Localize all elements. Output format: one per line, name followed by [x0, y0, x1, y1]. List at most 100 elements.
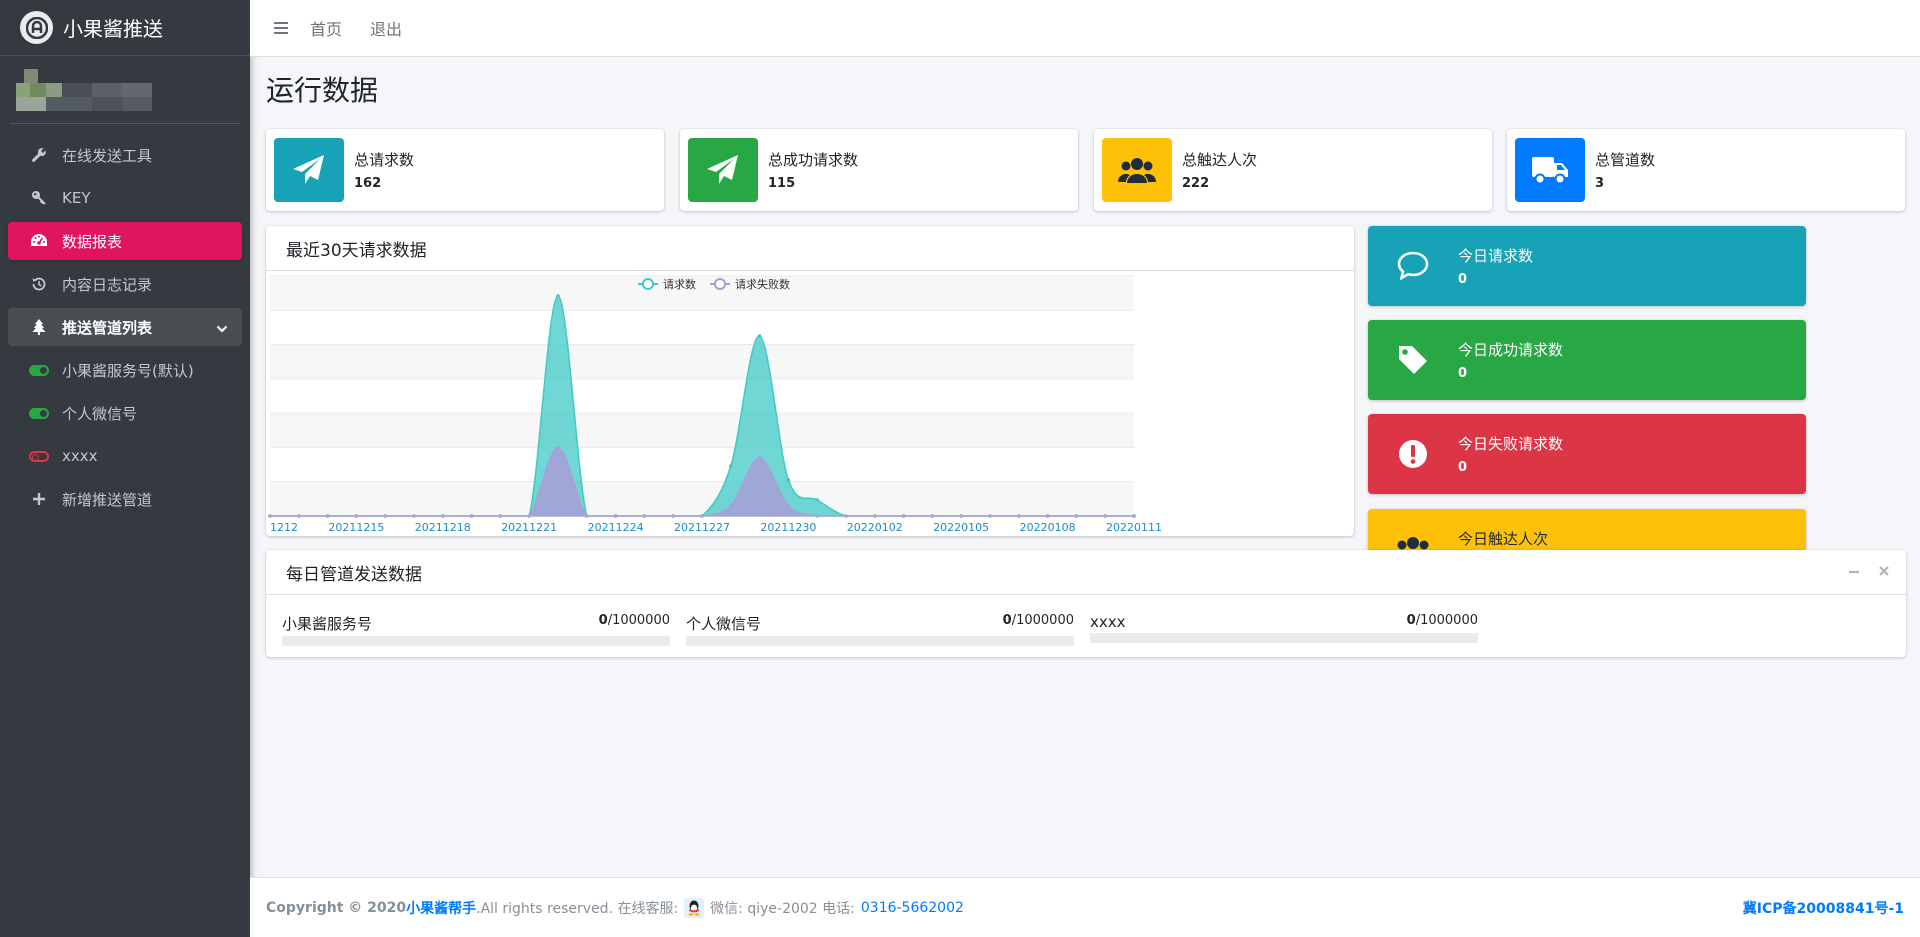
chart-x-tick-label: 20211227 — [674, 521, 730, 534]
sidebar: 小果酱推送 在线发送工具 KEY 数据报表 内容日志记录 推送管道列表 小果酱服… — [0, 0, 250, 937]
sidebar-item-online-send[interactable]: 在线发送工具 — [8, 136, 242, 174]
top-navbar: 首页 退出 — [250, 0, 1920, 57]
sidebar-item-data-report[interactable]: 数据报表 — [8, 222, 242, 260]
sidebar-nav: 在线发送工具 KEY 数据报表 内容日志记录 推送管道列表 小果酱服务号(默认)… — [0, 124, 250, 535]
sidebar-item-pipeline-wechat[interactable]: 个人微信号 — [8, 394, 242, 432]
nav-link-home[interactable]: 首页 — [310, 16, 342, 40]
chart-grid-band — [270, 413, 1134, 448]
avatar — [16, 68, 152, 111]
chart-point — [556, 294, 560, 298]
stat-value: 162 — [354, 176, 382, 191]
sidebar-item-label: 小果酱服务号(默认) — [62, 361, 194, 380]
pipeline-limit: /1000000 — [607, 613, 670, 628]
today-label: 今日触达人次 — [1458, 530, 1549, 548]
chevron-down-icon — [216, 320, 228, 338]
today-box-failed: 今日失败请求数 0 — [1368, 414, 1806, 494]
stat-box-total-success: 总成功请求数 115 — [680, 129, 1078, 211]
chart-x-tick-label: 20220105 — [933, 521, 989, 534]
page-title: 运行数据 — [266, 74, 379, 107]
chart-grid-band — [270, 447, 1134, 482]
chart-card: 最近30天请求数据 1212 20211215 20211218 20211221 20… — [266, 226, 1354, 536]
requests-area-chart[interactable]: 1212 20211215 20211218 20211221 20211224 2021… — [266, 271, 1354, 535]
sidebar-item-label: 推送管道列表 — [62, 318, 153, 337]
stat-label: 总管道数 — [1595, 151, 1656, 169]
today-value: 0 — [1458, 272, 1468, 287]
users-icon — [1102, 138, 1172, 202]
footer-wechat: 微信: qiye-2002 电话: — [710, 900, 855, 917]
close-icon[interactable] — [1878, 562, 1890, 581]
footer-phone-link[interactable]: 0316-5662002 — [861, 900, 964, 916]
sidebar-item-pipeline-xxxx[interactable]: xxxx — [8, 437, 242, 475]
stat-label: 总请求数 — [354, 151, 415, 169]
chart-point — [757, 456, 762, 460]
plus-icon — [28, 492, 50, 506]
chart-grid-band — [270, 378, 1134, 414]
chart-title: 最近30天请求数据 — [286, 240, 427, 261]
footer-copyright: Copyright © 2020 — [266, 899, 407, 916]
brand-logo-icon — [20, 11, 53, 44]
tag-icon — [1368, 344, 1458, 376]
pipeline-progress-service: 小果酱服务号 0/1000000 — [282, 613, 670, 646]
chart-legend-marker — [642, 278, 654, 290]
brand-link[interactable]: 小果酱推送 — [0, 0, 250, 56]
sidebar-item-label: KEY — [62, 189, 91, 207]
user-panel[interactable] — [10, 56, 240, 124]
footer-brand-link[interactable]: 小果酱帮手 — [406, 898, 476, 918]
wrench-icon — [28, 147, 50, 163]
pipeline-progress-bar — [1090, 633, 1478, 643]
sidebar-item-label: 内容日志记录 — [62, 275, 153, 294]
pipeline-used: 0 — [598, 613, 608, 628]
chart-legend-label: 请求数 — [663, 278, 696, 291]
pipeline-progress-bar — [282, 636, 670, 646]
sidebar-item-label: 在线发送工具 — [62, 146, 153, 165]
sidebar-item-pipeline-service[interactable]: 小果酱服务号(默认) — [8, 351, 242, 389]
chart-x-tick-label: 20211224 — [588, 521, 644, 534]
chart-grid-band — [270, 344, 1134, 379]
toggle-off-icon — [28, 450, 50, 462]
pipeline-card-header: 每日管道发送数据 — [266, 550, 1906, 595]
today-box-success: 今日成功请求数 0 — [1368, 320, 1806, 400]
sidebar-item-key[interactable]: KEY — [8, 179, 242, 217]
minimize-icon[interactable] — [1848, 562, 1860, 581]
today-value: 0 — [1458, 366, 1468, 381]
sidebar-item-add-pipeline[interactable]: 新增推送管道 — [8, 480, 242, 518]
paper-plane-icon — [274, 138, 344, 202]
toggle-on-icon — [28, 407, 50, 419]
stat-label: 总成功请求数 — [768, 151, 859, 169]
tree-icon — [28, 319, 50, 335]
chart-point — [757, 334, 762, 338]
chart-card-title: 最近30天请求数据 — [266, 226, 1354, 271]
chart-x-tick-label: 20220102 — [847, 521, 903, 534]
chart-x-tick-label: 20220108 — [1020, 521, 1076, 534]
footer-rights: .All rights reserved. 在线客服: — [476, 900, 679, 917]
today-label: 今日请求数 — [1458, 247, 1534, 265]
sidebar-item-label: 个人微信号 — [62, 404, 138, 423]
hamburger-menu-icon[interactable] — [270, 17, 292, 39]
sidebar-item-content-log[interactable]: 内容日志记录 — [8, 265, 242, 303]
sidebar-item-pipeline-list[interactable]: 推送管道列表 — [8, 308, 242, 346]
chart-grid-band — [270, 481, 1134, 516]
chart-x-tick-label: 20220111 — [1106, 521, 1162, 534]
chart-point — [556, 446, 560, 450]
chart-point — [815, 498, 819, 502]
stat-box-total-reach: 总触达人次 222 — [1094, 129, 1492, 211]
stat-label: 总触达人次 — [1182, 151, 1258, 169]
key-icon — [28, 190, 50, 206]
pipeline-used: 0 — [1406, 613, 1416, 628]
footer-icp-link[interactable]: 冀ICP备20008841号-1 — [1743, 898, 1904, 918]
pipeline-card-title: 每日管道发送数据 — [286, 564, 422, 585]
pipeline-limit: /1000000 — [1011, 613, 1074, 628]
pipeline-card: 每日管道发送数据 小果酱服务号 0/1000000 个人微信号 0/100000… — [266, 550, 1906, 657]
pipeline-progress-bar — [686, 636, 1074, 646]
stat-value: 222 — [1182, 176, 1210, 191]
qq-icon[interactable] — [684, 897, 705, 918]
chart-legend-label: 请求失败数 — [735, 277, 790, 291]
history-icon — [28, 276, 50, 292]
chart-point — [786, 478, 791, 482]
chart-x-tick-label: 1212 — [270, 521, 298, 534]
chart-grid-band — [270, 276, 1134, 311]
nav-link-logout[interactable]: 退出 — [370, 16, 402, 40]
pipeline-count: 0/1000000 — [1003, 613, 1074, 634]
sidebar-item-label: xxxx — [62, 447, 98, 465]
pipeline-name: 个人微信号 — [686, 615, 762, 633]
